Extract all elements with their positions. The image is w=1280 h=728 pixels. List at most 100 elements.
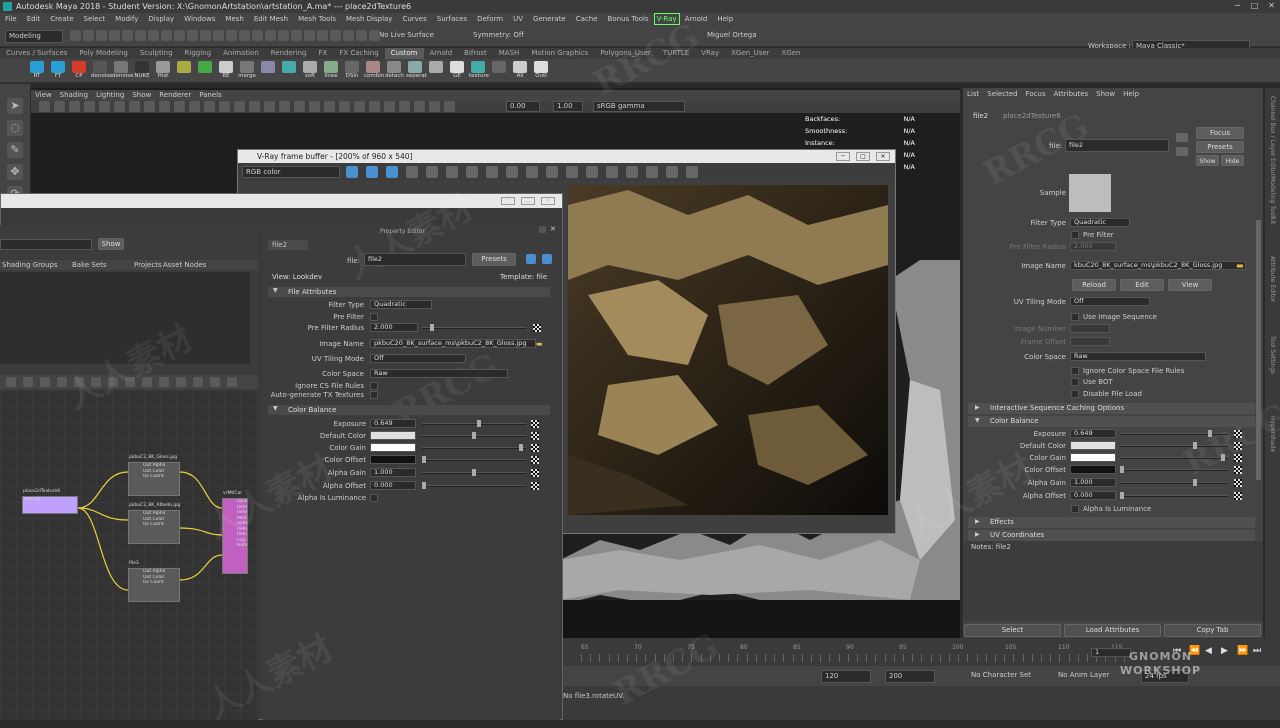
gamma-field[interactable]: 1.00	[553, 101, 583, 112]
color-balance-field[interactable]	[370, 443, 416, 452]
viewport-tool-icon[interactable]	[69, 101, 80, 112]
vfb-tool-icon[interactable]	[446, 166, 458, 178]
shelf-tab-motion-graphics[interactable]: Motion Graphics	[525, 48, 594, 59]
map-button-icon[interactable]	[531, 456, 539, 464]
ae-menu-help[interactable]: Help	[1119, 88, 1143, 101]
status-tool-icon[interactable]	[174, 30, 185, 41]
menu-deform[interactable]: Deform	[472, 13, 508, 26]
viewport-tool-icon[interactable]	[279, 101, 290, 112]
ae-row-field[interactable]: Off	[1070, 297, 1150, 306]
range-start-field[interactable]: 120	[821, 670, 871, 683]
viewport-tool-icon[interactable]	[39, 101, 50, 112]
viewport-menu-view[interactable]: View	[31, 90, 56, 101]
shelf-tab-rendering[interactable]: Rendering	[265, 48, 313, 59]
node-editor-tool-icon[interactable]	[210, 377, 220, 387]
shelf-tab-xgen-user[interactable]: XGen_User	[725, 48, 775, 59]
shelf-button-combin-icon[interactable]: combin	[364, 61, 384, 81]
shelf-button-CP-icon[interactable]: CP	[70, 61, 88, 81]
menu-help[interactable]: Help	[712, 13, 738, 26]
menu-file[interactable]: File	[0, 13, 22, 26]
menu-windows[interactable]: Windows	[179, 13, 220, 26]
status-tool-icon[interactable]	[96, 30, 107, 41]
section-file-attributes[interactable]: File Attributes	[268, 287, 550, 297]
hypershade-tab-shading-groups[interactable]: Shading Groups	[2, 261, 58, 269]
ae-menu-focus[interactable]: Focus	[1022, 88, 1050, 101]
material-list[interactable]	[0, 272, 250, 364]
character-set-dropdown[interactable]: No Character Set	[968, 670, 1046, 683]
vfb-tool-icon[interactable]	[386, 166, 398, 178]
ae-view-button[interactable]: View	[1168, 279, 1212, 291]
color-balance-field[interactable]	[370, 455, 416, 464]
node-port[interactable]: Out UV	[23, 497, 77, 503]
node-editor-tool-icon[interactable]	[159, 377, 169, 387]
shelf-button-GE-icon[interactable]: GE	[448, 61, 466, 81]
shelf-button-Outl-icon[interactable]: Outl	[532, 61, 550, 81]
show-button[interactable]: Show	[98, 238, 124, 250]
close-button[interactable]: ✕	[1266, 1, 1277, 11]
menu-create[interactable]: Create	[45, 13, 78, 26]
color-balance-field[interactable]	[370, 431, 416, 440]
slider-knob[interactable]	[519, 444, 523, 451]
viewport-tool-icon[interactable]	[294, 101, 305, 112]
maximize-button[interactable]: □	[1249, 1, 1260, 11]
vfb-minimize-button[interactable]: ─	[836, 152, 850, 161]
vfb-tool-icon[interactable]	[426, 166, 438, 178]
status-tool-icon[interactable]	[135, 30, 146, 41]
file-name-field[interactable]: file2	[364, 253, 466, 266]
shelf-button-detach-icon[interactable]: detach	[385, 61, 404, 81]
shelf-tab-arnold[interactable]: Arnold	[424, 48, 459, 59]
ae-section-arrow-icon[interactable]: ▶	[975, 404, 980, 411]
shelf-tab-fx-caching[interactable]: FX Caching	[333, 48, 384, 59]
status-tool-icon[interactable]	[356, 30, 367, 41]
ae-balance-field[interactable]	[1070, 453, 1116, 462]
slider-knob[interactable]	[422, 456, 426, 463]
viewport-menu-show[interactable]: Show	[128, 90, 155, 101]
vfb-tool-icon[interactable]	[466, 166, 478, 178]
viewport-tool-icon[interactable]	[399, 101, 410, 112]
slider-knob[interactable]	[1208, 430, 1213, 437]
node-1[interactable]: pkbuC2_8K_Gloss.jpg Out Alpha Out Color Uv …	[128, 455, 180, 496]
expand-arrow-icon[interactable]: ▼	[273, 405, 278, 412]
menu-mesh-tools[interactable]: Mesh Tools	[293, 13, 341, 26]
select-tool-icon[interactable]: ➤	[7, 98, 23, 114]
mode-dropdown[interactable]: Modeling	[5, 30, 63, 43]
file-attr-field[interactable]: Off	[370, 354, 466, 363]
playback-3-icon[interactable]: ▶	[1221, 646, 1228, 656]
side-tab-1[interactable]: Modeling Toolkit	[1269, 176, 1276, 224]
viewport-menu-renderer[interactable]: Renderer	[155, 90, 195, 101]
playback-2-icon[interactable]: ◀	[1205, 646, 1212, 656]
menu-v-ray[interactable]: V-Ray	[653, 13, 680, 25]
hypershade-close-button[interactable]: ✕	[541, 197, 555, 205]
status-tool-icon[interactable]	[239, 30, 250, 41]
status-tool-icon[interactable]	[291, 30, 302, 41]
slider-knob[interactable]	[472, 469, 476, 476]
ae-checkbox[interactable]	[1071, 378, 1079, 386]
ae-balance-slider[interactable]	[1120, 457, 1228, 459]
node-editor-tool-icon[interactable]	[142, 377, 152, 387]
node-2[interactable]: pkbuC2_8K_Albedo.jpg Out Alpha Out Color Uv…	[128, 503, 180, 544]
ae-section[interactable]: Color Balance	[968, 416, 1255, 427]
viewport-tool-icon[interactable]	[234, 101, 245, 112]
viewport-tool-icon[interactable]	[174, 101, 185, 112]
menu-edit[interactable]: Edit	[22, 13, 46, 26]
menu-surfaces[interactable]: Surfaces	[432, 13, 472, 26]
ae-balance-field[interactable]	[1070, 465, 1116, 474]
node-editor-tool-icon[interactable]	[176, 377, 186, 387]
ae-row-field[interactable]: Quadratic	[1070, 218, 1130, 227]
shelf-button-tool-icon[interactable]	[175, 61, 193, 81]
shelf-button-tool-icon[interactable]	[427, 61, 445, 81]
user-account[interactable]: Miguel Ortega	[704, 30, 762, 43]
color-balance-slider[interactable]	[422, 485, 526, 487]
live-surface-label[interactable]: No Live Surface	[376, 30, 438, 43]
status-tool-icon[interactable]	[213, 30, 224, 41]
viewport-tool-icon[interactable]	[414, 101, 425, 112]
side-tab-0[interactable]: Channel Box / Layer Editor	[1269, 96, 1276, 176]
ae-folder-icon[interactable]: ▬	[1236, 261, 1244, 270]
ae-row-field[interactable]: 2.000	[1070, 242, 1116, 251]
ae-map-button-icon[interactable]	[1234, 442, 1242, 450]
file-attr-field[interactable]: Quadratic	[370, 300, 432, 309]
shelf-tab-fx[interactable]: FX	[313, 48, 334, 59]
shelf-button-BE-icon[interactable]: BE	[217, 61, 235, 81]
ae-output-connection-icon[interactable]	[1176, 147, 1188, 156]
shelf-button-texture-icon[interactable]: texture	[469, 61, 489, 81]
